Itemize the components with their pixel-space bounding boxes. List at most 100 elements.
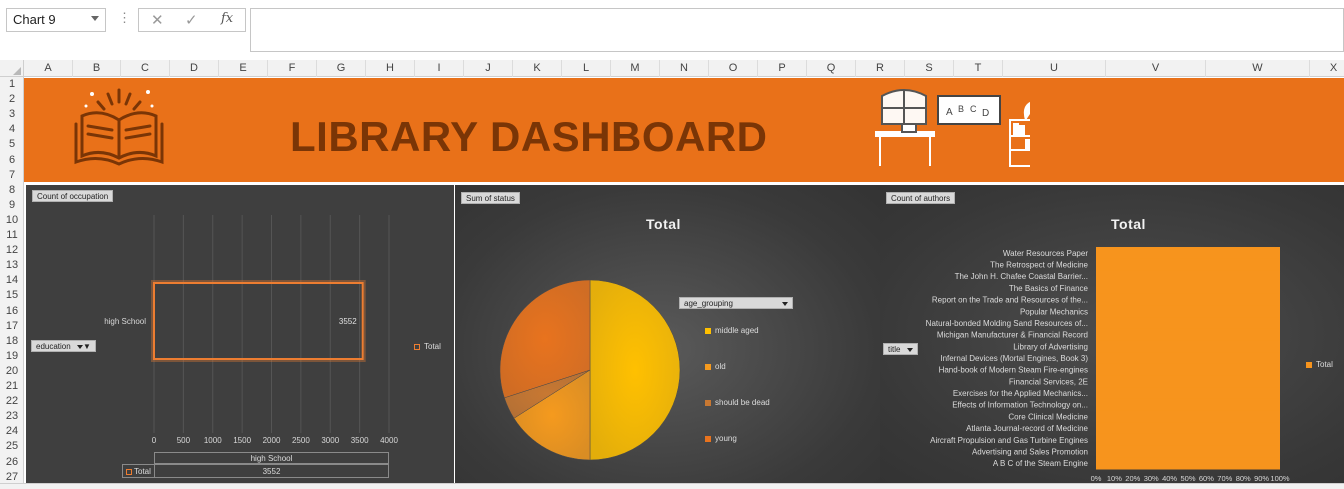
select-all-corner[interactable] xyxy=(0,60,24,77)
row-header-1[interactable]: 1 xyxy=(0,77,24,92)
legend-swatch xyxy=(705,435,711,442)
formula-input[interactable] xyxy=(250,8,1344,52)
row-header-24[interactable]: 24 xyxy=(0,424,24,439)
age-grouping-filter-button[interactable]: age_grouping xyxy=(679,297,793,309)
column-header-o[interactable]: O xyxy=(709,60,758,77)
row-header-17[interactable]: 17 xyxy=(0,319,24,334)
occupation-chart-panel[interactable]: Count of occupation education ▼ 0 500 1000… xyxy=(26,185,454,483)
occupation-bar-chart: 0 500 1000 1500 2000 2500 3000 3500 4000 3552 high… xyxy=(104,215,398,445)
bar-row xyxy=(1096,305,1280,318)
column-header-h[interactable]: H xyxy=(366,60,415,77)
row-header-18[interactable]: 18 xyxy=(0,334,24,349)
category-label: Popular Mechanics xyxy=(1020,307,1088,316)
column-header-b[interactable]: B xyxy=(73,60,121,77)
bar-row xyxy=(1096,340,1280,353)
category-label: The Basics of Finance xyxy=(1009,284,1089,293)
row-header-2[interactable]: 2 xyxy=(0,92,24,107)
column-header-f[interactable]: F xyxy=(268,60,317,77)
bar-row xyxy=(1096,293,1280,306)
insert-function-button[interactable]: fx xyxy=(221,11,233,26)
row-header-14[interactable]: 14 xyxy=(0,273,24,288)
column-header-u[interactable]: U xyxy=(1003,60,1106,77)
row-header-13[interactable]: 13 xyxy=(0,258,24,273)
column-header-w[interactable]: W xyxy=(1206,60,1310,77)
column-header-t[interactable]: T xyxy=(954,60,1003,77)
dashboard-banner: LIBRARY DASHBOARD A B C D xyxy=(24,78,1344,182)
column-header-i[interactable]: I xyxy=(415,60,464,77)
row-header-16[interactable]: 16 xyxy=(0,304,24,319)
column-header-c[interactable]: C xyxy=(121,60,170,77)
x-tick-label: 1000 xyxy=(204,436,222,445)
row-header-5[interactable]: 5 xyxy=(0,137,24,152)
bar-row xyxy=(1096,258,1280,271)
pie-slice-middle-aged xyxy=(589,279,681,461)
bar-row xyxy=(1096,317,1280,330)
x-tick-label: 70% xyxy=(1217,474,1232,483)
cancel-x-icon[interactable]: ✕ xyxy=(151,11,164,29)
column-header: ABCDEFGHIJKLMNOPQRSTUVWX xyxy=(0,60,1344,77)
legend-swatch xyxy=(705,363,711,370)
row-header-20[interactable]: 20 xyxy=(0,364,24,379)
status-pie-panel[interactable]: Sum of status Total age_grouping middle … xyxy=(455,185,880,483)
category-label: The Retrospect of Medicine xyxy=(990,261,1088,270)
column-header-v[interactable]: V xyxy=(1106,60,1206,77)
row-header-21[interactable]: 21 xyxy=(0,379,24,394)
column-header-a[interactable]: A xyxy=(24,60,73,77)
x-tick-label: 50% xyxy=(1180,474,1195,483)
row-header-11[interactable]: 11 xyxy=(0,228,24,243)
column-header-q[interactable]: Q xyxy=(807,60,856,77)
authors-chart-panel[interactable]: Count of authors Total title Water Resou… xyxy=(880,185,1344,483)
formula-bar: Chart 9 ⋮ ✕ ✓ fx xyxy=(0,0,1344,60)
row-header-10[interactable]: 10 xyxy=(0,213,24,228)
category-label: Effects of Information Technology on... xyxy=(952,401,1088,410)
row-header-4[interactable]: 4 xyxy=(0,122,24,137)
column-header-e[interactable]: E xyxy=(219,60,268,77)
row-header-22[interactable]: 22 xyxy=(0,394,24,409)
column-header-n[interactable]: N xyxy=(660,60,709,77)
row-header-6[interactable]: 6 xyxy=(0,153,24,168)
dashboard-title: LIBRARY DASHBOARD xyxy=(290,113,768,160)
row-header-25[interactable]: 25 xyxy=(0,439,24,454)
row-header-23[interactable]: 23 xyxy=(0,409,24,424)
row-header-12[interactable]: 12 xyxy=(0,243,24,258)
legend-total: Total xyxy=(1306,360,1333,369)
category-label: Exercises for the Applied Mechanics... xyxy=(953,389,1088,398)
bar-row xyxy=(1096,352,1280,365)
x-tick-label: 2000 xyxy=(263,436,281,445)
column-header-d[interactable]: D xyxy=(170,60,219,77)
row-header-7[interactable]: 7 xyxy=(0,168,24,183)
column-header-l[interactable]: L xyxy=(562,60,611,77)
column-header-m[interactable]: M xyxy=(611,60,660,77)
column-header-x[interactable]: X xyxy=(1310,60,1344,77)
formula-buttons: ✕ ✓ fx xyxy=(138,8,246,32)
column-header-g[interactable]: G xyxy=(317,60,366,77)
row-header-26[interactable]: 26 xyxy=(0,455,24,470)
pie-legend-item: old xyxy=(705,362,726,371)
x-tick-label: 60% xyxy=(1199,474,1214,483)
row-header-19[interactable]: 19 xyxy=(0,349,24,364)
column-header-r[interactable]: R xyxy=(856,60,905,77)
row-header-9[interactable]: 9 xyxy=(0,198,24,213)
column-header-j[interactable]: J xyxy=(464,60,513,77)
svg-text:D: D xyxy=(982,108,989,119)
column-header-k[interactable]: K xyxy=(513,60,562,77)
row-header-8[interactable]: 8 xyxy=(0,183,24,198)
category-label: Financial Services, 2E xyxy=(1009,377,1088,386)
x-tick-label: 20% xyxy=(1125,474,1140,483)
legend-swatch xyxy=(705,327,711,334)
legend-total-label: Total xyxy=(424,342,441,351)
row-header-3[interactable]: 3 xyxy=(0,107,24,122)
category-label: Water Resources Paper xyxy=(1003,249,1088,258)
data-table-header: high School xyxy=(154,452,389,464)
chevron-down-icon[interactable] xyxy=(91,16,99,21)
enter-check-icon[interactable]: ✓ xyxy=(185,11,198,29)
column-header-p[interactable]: P xyxy=(758,60,807,77)
svg-text:B: B xyxy=(958,104,964,114)
name-box[interactable]: Chart 9 xyxy=(6,8,106,32)
column-header-s[interactable]: S xyxy=(905,60,954,77)
x-tick-label: 3000 xyxy=(321,436,339,445)
category-label: high School xyxy=(104,317,146,326)
legend-swatch xyxy=(705,399,711,406)
row-header-15[interactable]: 15 xyxy=(0,288,24,303)
pie-legend-label: should be dead xyxy=(715,398,770,407)
